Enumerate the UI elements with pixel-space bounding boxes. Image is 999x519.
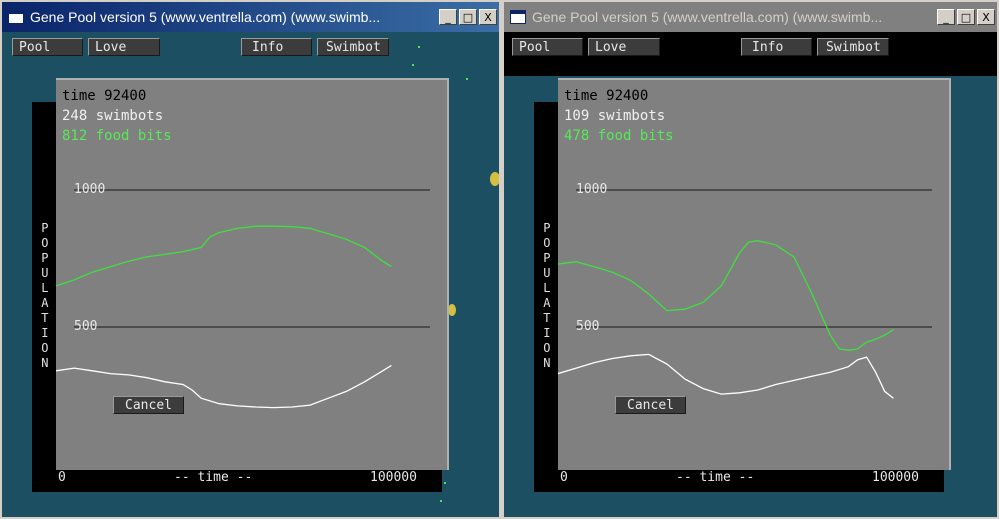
- series-line-food-bits: [558, 240, 894, 351]
- x-axis-label-end: 100000: [370, 470, 417, 485]
- swimbot-button[interactable]: Swimbot: [817, 38, 889, 56]
- minimize-button[interactable]: _: [937, 9, 955, 25]
- toolbar: Pool Love Info Swimbot: [2, 32, 499, 76]
- x-axis-label-end: 100000: [872, 470, 919, 485]
- x-axis-label-time: -- time --: [676, 470, 755, 485]
- info-button[interactable]: Info: [741, 38, 812, 56]
- window-title: Gene Pool version 5 (www.ventrella.com) …: [532, 9, 883, 25]
- info-button[interactable]: Info: [241, 38, 312, 56]
- close-button[interactable]: X: [977, 9, 995, 25]
- toolbar: Pool Love Info Swimbot: [504, 32, 997, 76]
- x-axis-label-start: 0: [58, 470, 66, 485]
- maximize-button[interactable]: □: [459, 9, 477, 25]
- app-window-icon: [8, 10, 24, 24]
- window-client-area: Pool Love Info Swimbot POPULATION time 9…: [2, 32, 499, 517]
- population-graph-panel: time 92400 109 swimbots 478 food bits 10…: [558, 78, 951, 485]
- close-button[interactable]: X: [479, 9, 497, 25]
- pool-button[interactable]: Pool: [512, 38, 583, 56]
- food-bit: [444, 482, 446, 484]
- window-client-area: Pool Love Info Swimbot POPULATION time 9…: [504, 32, 997, 517]
- series-line-food-bits: [56, 225, 392, 287]
- swimbot-creature[interactable]: [448, 304, 456, 316]
- population-label: POPULATION: [37, 221, 52, 371]
- pool-button[interactable]: Pool: [12, 38, 83, 56]
- x-axis-label-start: 0: [560, 470, 568, 485]
- x-axis-label-time: -- time --: [174, 470, 253, 485]
- window-title: Gene Pool version 5 (www.ventrella.com) …: [30, 9, 381, 25]
- food-bit: [418, 46, 420, 48]
- food-bit: [466, 78, 468, 80]
- gene-pool-window-right[interactable]: Gene Pool version 5 (www.ventrella.com) …: [502, 0, 999, 519]
- food-bit: [440, 500, 442, 502]
- y-axis-label-1000: 1000: [74, 182, 106, 197]
- food-bit: [412, 64, 414, 66]
- love-button[interactable]: Love: [588, 38, 660, 56]
- minimize-button[interactable]: _: [439, 9, 457, 25]
- population-side-label: POPULATION: [534, 102, 558, 490]
- population-side-label: POPULATION: [32, 102, 56, 490]
- swimbot-button[interactable]: Swimbot: [317, 38, 389, 56]
- gene-pool-window-left[interactable]: Gene Pool version 5 (www.ventrella.com) …: [0, 0, 501, 519]
- maximize-button[interactable]: □: [957, 9, 975, 25]
- series-line-swimbots: [56, 364, 392, 409]
- window-title-bar[interactable]: Gene Pool version 5 (www.ventrella.com) …: [2, 2, 499, 32]
- love-button[interactable]: Love: [88, 38, 160, 56]
- population-label: POPULATION: [539, 221, 554, 371]
- population-graph-panel: time 92400 248 swimbots 812 food bits 10…: [56, 78, 449, 485]
- cancel-button[interactable]: Cancel: [615, 396, 686, 414]
- swimbot-creature[interactable]: [490, 172, 499, 186]
- y-axis-label-1000: 1000: [576, 182, 608, 197]
- app-window-icon: [510, 10, 526, 24]
- cancel-button[interactable]: Cancel: [113, 396, 184, 414]
- window-title-bar[interactable]: Gene Pool version 5 (www.ventrella.com) …: [504, 2, 997, 32]
- series-line-swimbots: [558, 353, 894, 399]
- y-axis-label-500: 500: [74, 319, 98, 334]
- y-axis-label-500: 500: [576, 319, 600, 334]
